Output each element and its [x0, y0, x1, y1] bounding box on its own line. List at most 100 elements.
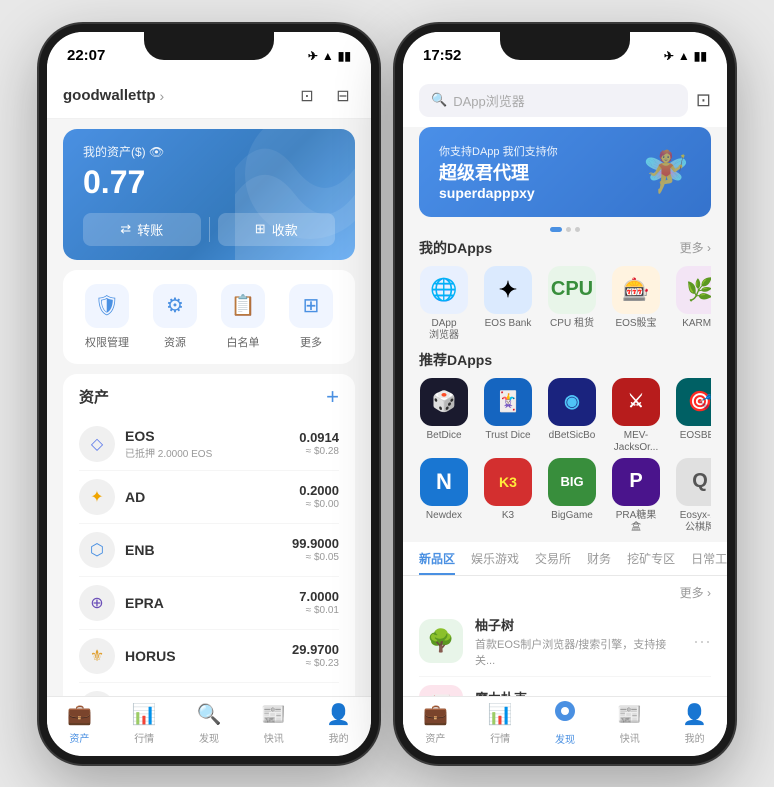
nav2-discover[interactable]: 发现	[533, 700, 598, 746]
new-apps-header: 更多 ›	[419, 584, 711, 601]
nav2-profile[interactable]: 👤 我的	[662, 702, 727, 745]
nav-discover[interactable]: 🔍 发现	[177, 702, 242, 745]
nav2-discover-icon	[554, 700, 576, 728]
nav-market[interactable]: 📊 行情	[112, 702, 177, 745]
quick-item-resources[interactable]: ⚙ 资源	[153, 284, 197, 350]
eosbet-app[interactable]: 🎯 EOSBET	[675, 378, 711, 454]
add-asset-button[interactable]: +	[326, 386, 339, 408]
promo-banner[interactable]: 你支持DApp 我们支持你 超级君代理 superdapppxy 🧚	[419, 127, 711, 217]
asset-row-enb[interactable]: ⬡ ENB 99.9000 ≈ $0.05	[79, 524, 339, 577]
dapp-search-input[interactable]: 🔍 DApp浏览器	[419, 84, 688, 117]
app-container: 22:07 ✈ ▲ ▮▮ goodwallettp › ⊡ ⊟	[19, 4, 755, 784]
mev-label: MEV-JacksOr...	[611, 430, 661, 454]
transfer-button[interactable]: ⇄ 转账	[83, 213, 201, 246]
quick-menu: 🛡 权限管理 ⚙ 资源 📋 白名单 ⊞ 更多	[63, 270, 355, 364]
new-apps-more[interactable]: 更多 ›	[680, 584, 711, 601]
new-app-yuzi[interactable]: 🌳 柚子树 首款EOS制户浏览器/搜索引擎，支持接关... ···	[419, 607, 711, 677]
betdice-label: BetDice	[426, 430, 461, 442]
nav-news-label: 快讯	[264, 730, 284, 745]
my-dapps-section: 我的DApps 更多 › 🌐 DApp浏览器 ✦ EOS Bank	[403, 238, 727, 342]
quick-item-whitelist[interactable]: 📋 白名单	[221, 284, 265, 350]
horus-name: HORUS	[125, 648, 292, 664]
grid-icon: ⊞	[289, 284, 333, 328]
eosyx-app[interactable]: Q Eosyx-三公棋牌	[675, 458, 711, 534]
enb-usd: ≈ $0.05	[292, 552, 339, 563]
scan-icon-2[interactable]: ⊡	[696, 90, 711, 111]
tab-finance[interactable]: 财务	[587, 542, 611, 575]
newdex-label: Newdex	[426, 510, 462, 522]
eos-icon: ◇	[79, 426, 115, 462]
pra-app[interactable]: P PRA糖果盒	[611, 458, 661, 534]
eos-sicbo[interactable]: 🎰 EOS骰宝	[611, 266, 661, 342]
nav2-wallet-icon: 💼	[423, 702, 448, 727]
yuzi-icon: 🌳	[419, 619, 463, 663]
tab-new[interactable]: 新品区	[419, 542, 455, 575]
enb-info: ENB	[125, 542, 292, 558]
recommended-row-1: 🎲 BetDice 🃏 Trust Dice ◉	[419, 378, 711, 454]
wave-decoration	[235, 129, 355, 260]
action-divider	[209, 217, 210, 242]
nav2-chart-icon: 📊	[488, 702, 513, 727]
ad-icon: ✦	[79, 479, 115, 515]
dapp-browser[interactable]: 🌐 DApp浏览器	[419, 266, 469, 342]
tab-entertainment[interactable]: 娱乐游戏	[471, 542, 519, 575]
nav2-market-label: 行情	[490, 730, 510, 745]
header-icons: ⊡ ⊟	[295, 84, 355, 108]
assets-section: 资产 + ◇ EOS 已抵押 2.0000 EOS 0.0914 ≈ $0.28	[63, 374, 355, 747]
search-icon: 🔍	[431, 92, 447, 108]
transfer-label: 转账	[137, 220, 163, 239]
cpu-rent-label: CPU 租货	[550, 318, 594, 330]
dbetsicbo-app[interactable]: ◉ dBetSicBo	[547, 378, 597, 454]
asset-row-eos[interactable]: ◇ EOS 已抵押 2.0000 EOS 0.0914 ≈ $0.28	[79, 418, 339, 471]
nav2-news[interactable]: 📰 快讯	[597, 702, 662, 745]
quick-label-more: 更多	[300, 334, 322, 350]
eos-sub: 已抵押 2.0000 EOS	[125, 445, 299, 460]
layout-icon[interactable]: ⊟	[331, 84, 355, 108]
nav-news[interactable]: 📰 快讯	[241, 702, 306, 745]
asset-row-ad[interactable]: ✦ AD 0.2000 ≈ $0.00	[79, 471, 339, 524]
betdice-icon: 🎲	[420, 378, 468, 426]
enb-icon: ⬡	[79, 532, 115, 568]
quick-label-resources: 资源	[164, 334, 186, 350]
phone2-search-bar: 🔍 DApp浏览器 ⊡	[403, 76, 727, 127]
nav-profile[interactable]: 👤 我的	[306, 702, 371, 745]
recommended-header: 推荐DApps	[419, 350, 711, 370]
yuzi-info: 柚子树 首款EOS制户浏览器/搜索引擎，支持接关...	[475, 615, 681, 668]
eos-value: 0.0914	[299, 430, 339, 445]
karma-app[interactable]: 🌿 KARMA	[675, 266, 711, 342]
biggame-icon: BIG	[548, 458, 596, 506]
tab-mining[interactable]: 挖矿专区	[627, 542, 675, 575]
wallet-name[interactable]: goodwallettp	[63, 87, 156, 104]
mev-icon: ⚔	[612, 378, 660, 426]
nav-assets[interactable]: 💼 资产	[47, 702, 112, 745]
biggame-app[interactable]: BIG BigGame	[547, 458, 597, 534]
nav-market-label: 行情	[134, 730, 154, 745]
eos-bank[interactable]: ✦ EOS Bank	[483, 266, 533, 342]
phone1-bottom-nav: 💼 资产 📊 行情 🔍 发现 📰 快讯 👤 我的	[47, 696, 371, 756]
newdex-app[interactable]: N Newdex	[419, 458, 469, 534]
cpu-rent[interactable]: CPU CPU 租货	[547, 266, 597, 342]
my-dapps-more[interactable]: 更多 ›	[680, 239, 711, 256]
eos-name: EOS	[125, 428, 299, 444]
k3-app[interactable]: K3 K3	[483, 458, 533, 534]
quick-label-whitelist: 白名单	[227, 334, 260, 350]
scan-icon[interactable]: ⊡	[295, 84, 319, 108]
profile-icon: 👤	[326, 702, 351, 727]
balance-label: 我的资产($) 👁	[83, 143, 335, 160]
nav2-market[interactable]: 📊 行情	[468, 702, 533, 745]
asset-row-epra[interactable]: ⊕ EPRA 7.0000 ≈ $0.01	[79, 577, 339, 630]
betdice-app[interactable]: 🎲 BetDice	[419, 378, 469, 454]
tab-exchange[interactable]: 交易所	[535, 542, 571, 575]
banner-main-title: 超级君代理	[439, 159, 558, 185]
banner-sub-main: superdapppxy	[439, 185, 558, 201]
transfer-icon: ⇄	[120, 221, 131, 237]
quick-item-permissions[interactable]: 🛡 权限管理	[85, 284, 129, 350]
dot-1	[550, 227, 562, 232]
tab-daily[interactable]: 日常工	[691, 542, 727, 575]
quick-item-more[interactable]: ⊞ 更多	[289, 284, 333, 350]
asset-row-horus[interactable]: ⚜ HORUS 29.9700 ≈ $0.23	[79, 630, 339, 683]
mev-app[interactable]: ⚔ MEV-JacksOr...	[611, 378, 661, 454]
trustdice-app[interactable]: 🃏 Trust Dice	[483, 378, 533, 454]
horus-info: HORUS	[125, 648, 292, 664]
nav2-assets[interactable]: 💼 资产	[403, 702, 468, 745]
